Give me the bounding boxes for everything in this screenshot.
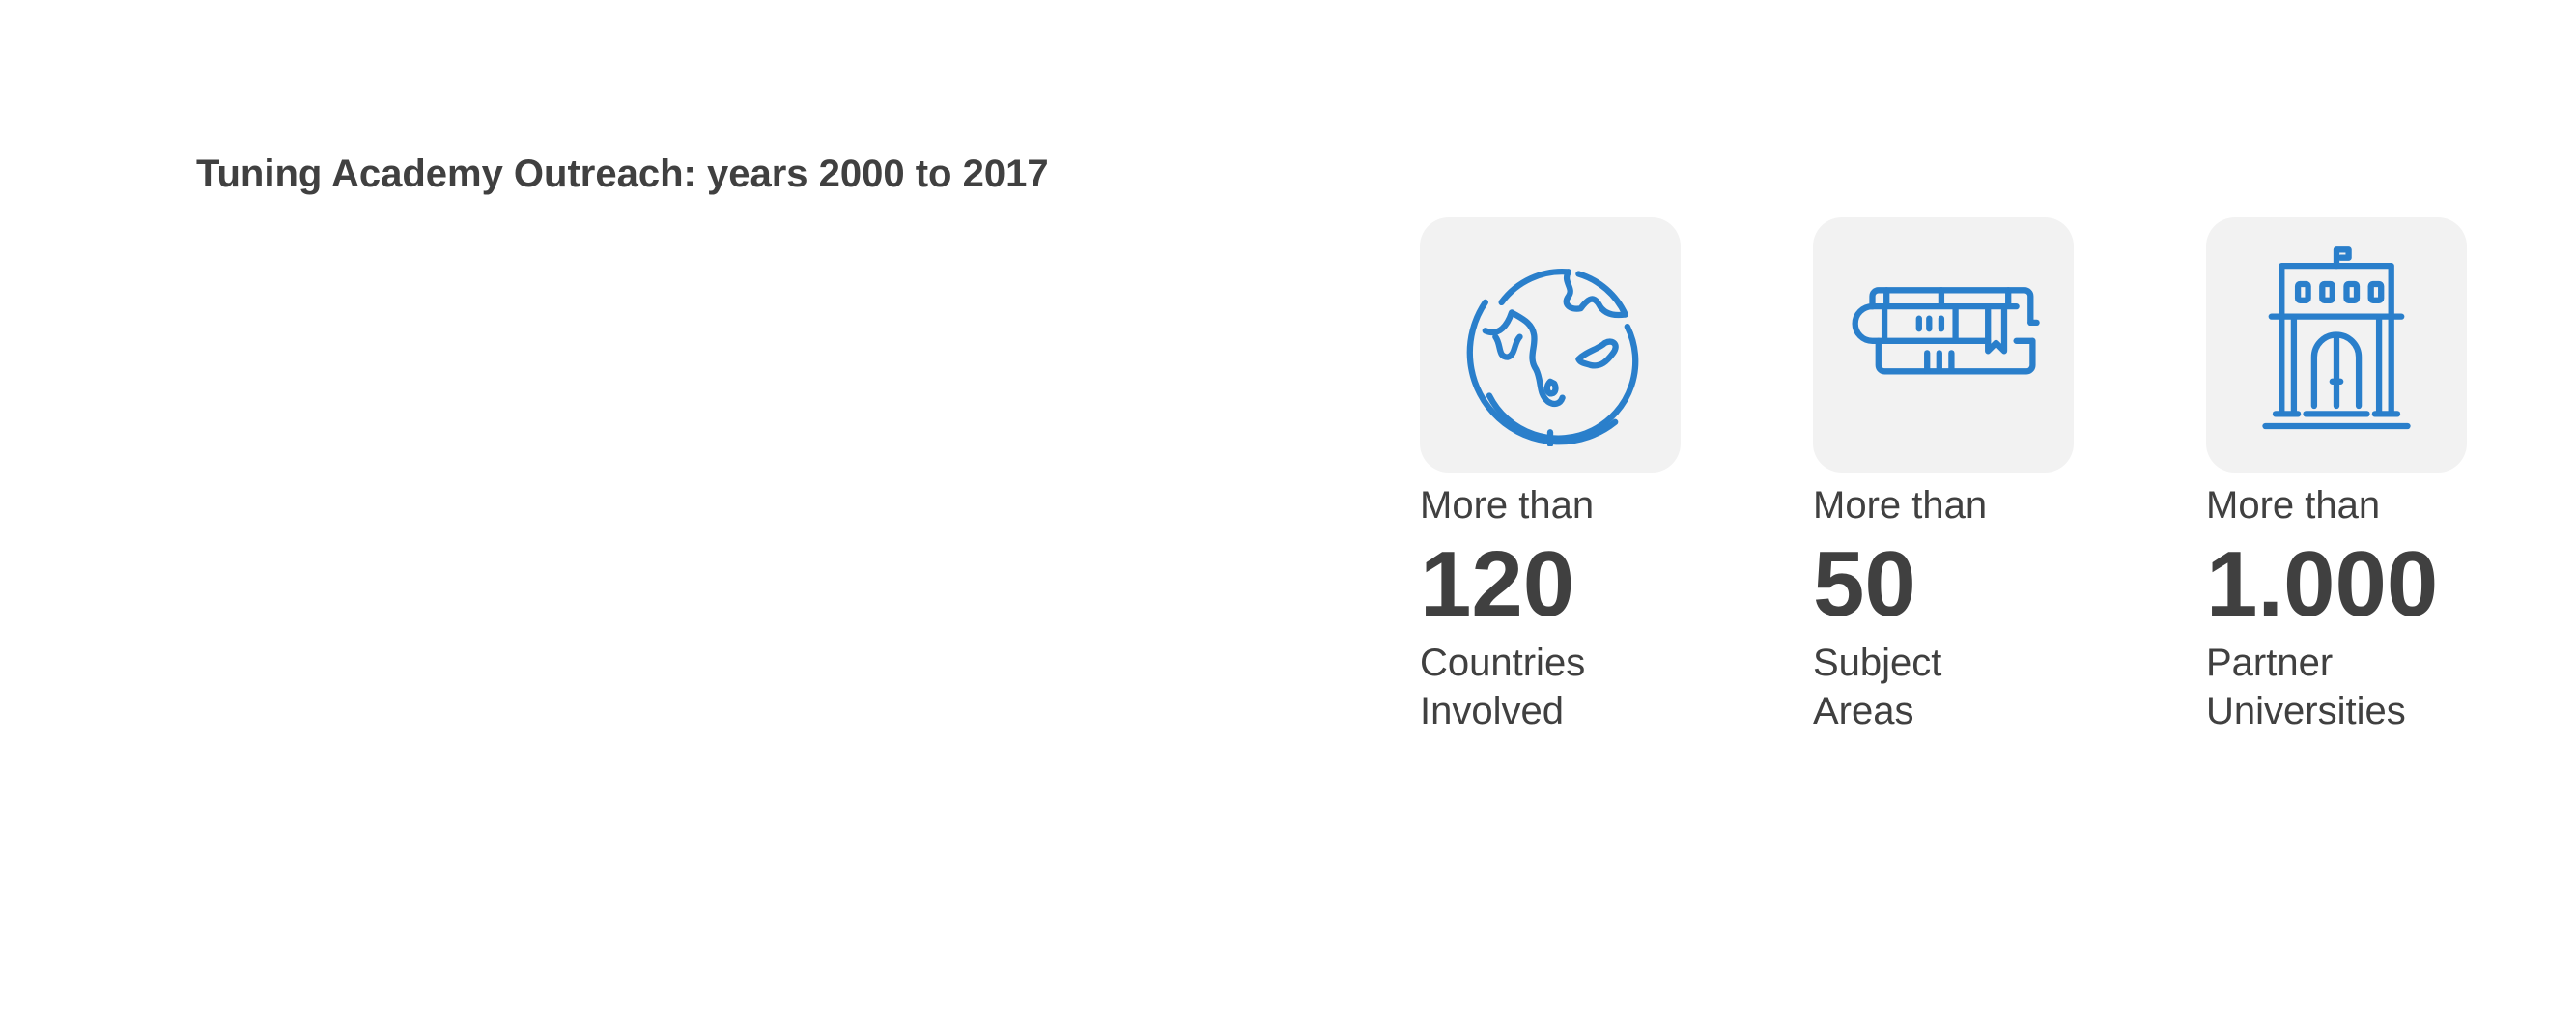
stat-caption-line1: Partner xyxy=(2206,642,2334,684)
stat-caption: Subject Areas xyxy=(1813,639,2132,735)
stat-caption-line2: Universities xyxy=(2206,690,2406,732)
stat-value: 120 xyxy=(1420,532,1575,636)
icon-tile-subject-areas xyxy=(1813,217,2074,473)
icon-tile-partner-universities xyxy=(2206,217,2467,473)
stat-caption-line1: Subject xyxy=(1813,642,1942,684)
icon-tile-countries xyxy=(1420,217,1681,473)
stat-caption: Countries Involved xyxy=(1420,639,1739,735)
stat-prefix: More than xyxy=(2206,484,2381,527)
stat-caption-line1: Countries xyxy=(1420,642,1586,684)
stat-partner-universities: More than 1.000 Partner Universities xyxy=(2206,217,2525,735)
stat-value: 50 xyxy=(1813,532,1916,636)
stat-caption-line2: Areas xyxy=(1813,690,1914,732)
page-title: Tuning Academy Outreach: years 2000 to 2… xyxy=(196,153,1049,195)
globe-icon xyxy=(1466,268,1639,446)
stat-caption: Partner Universities xyxy=(2206,639,2525,735)
stat-caption-line2: Involved xyxy=(1420,690,1564,732)
stat-prefix: More than xyxy=(1420,484,1595,527)
stat-prefix: More than xyxy=(1813,484,1988,527)
university-icon xyxy=(2262,246,2411,430)
stat-value: 1.000 xyxy=(2206,532,2439,636)
books-icon xyxy=(1852,287,2040,375)
stat-subject-areas: More than 50 Subject Areas xyxy=(1813,217,2132,735)
stat-countries: More than 120 Countries Involved xyxy=(1420,217,1739,735)
